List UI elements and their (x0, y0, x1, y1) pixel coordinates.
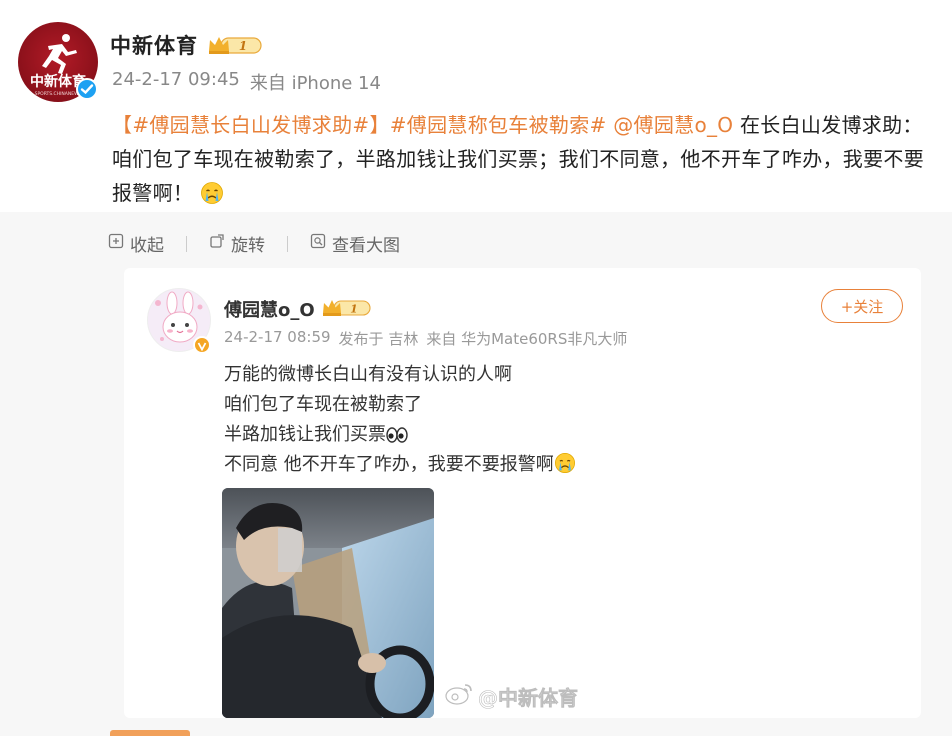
topic-link-main[interactable]: #傅园慧长白山发博求助# (132, 113, 369, 137)
image-action-bar: 收起 旋转 查看大图 (108, 231, 400, 256)
original-post-time[interactable]: 24-2-17 08:59 (224, 328, 331, 349)
poster-name[interactable]: 中新体育 (110, 30, 198, 60)
original-line-text: 半路加钱让我们买票 (224, 424, 386, 445)
original-line-with-emoji: 不同意 他不开车了咋办，我要不要报警啊 (224, 450, 576, 480)
collapse-icon (108, 233, 124, 254)
verified-icon (76, 78, 98, 100)
view-large-button[interactable]: 查看大图 (310, 231, 400, 256)
gold-v-icon (193, 336, 211, 354)
original-post-location: 发布于 吉林 (338, 330, 419, 348)
watermark: @中新体育 (444, 682, 578, 711)
post-body: 【#傅园慧长白山发博求助#】#傅园慧称包车被勒索# @傅园慧o_O 在长白山发博… (112, 108, 934, 210)
crying-emoji-icon (554, 452, 576, 484)
weibo-logo-icon (444, 682, 474, 711)
mention-link[interactable]: @傅园慧o_O (613, 113, 733, 137)
bracket-close: 】 (369, 113, 390, 137)
svg-text:SPORTS.CHINANEWS: SPORTS.CHINANEWS (35, 91, 82, 97)
original-line: 咱们包了车现在被勒索了 (224, 394, 422, 415)
follow-button[interactable]: +关注 (821, 289, 903, 323)
bracket-open: 【 (112, 113, 133, 137)
post-time[interactable]: 24-2-17 09:45 (112, 69, 240, 95)
car-interior-photo (222, 488, 434, 718)
post-meta: 24-2-17 09:45 来自 iPhone 14 (112, 69, 381, 95)
divider (186, 235, 187, 252)
vip-crown-icon: 1 (207, 34, 263, 60)
collapse-button[interactable]: 收起 (108, 231, 164, 256)
vip-crown-icon: 1 (321, 298, 371, 322)
svg-text:1: 1 (350, 303, 358, 316)
collapse-label: 收起 (130, 236, 164, 256)
magnify-icon (310, 233, 326, 254)
divider (287, 235, 288, 252)
original-post-source: 来自 华为Mate60RS非凡大师 (426, 330, 628, 348)
original-post-meta: 24-2-17 08:59 发布于 吉林 来自 华为Mate60RS非凡大师 (224, 328, 627, 349)
rotate-icon (209, 233, 225, 254)
original-line-with-emoji: 半路加钱让我们买票 (224, 420, 576, 450)
topic-link-2[interactable]: #傅园慧称包车被勒索# (390, 113, 607, 137)
original-post-body: 万能的微博长白山有没有认识的人啊 咱们包了车现在被勒索了 半路加钱让我们买票 不… (224, 360, 576, 480)
watermark-text: @中新体育 (478, 686, 579, 711)
rotate-label: 旋转 (231, 236, 265, 256)
original-line: 万能的微博长白山有没有认识的人啊 (224, 364, 512, 385)
crying-emoji-icon (200, 181, 224, 205)
bottom-tab-indicator (110, 730, 190, 736)
view-large-label: 查看大图 (332, 236, 400, 256)
original-line-text: 不同意 他不开车了咋办，我要不要报警啊 (224, 454, 554, 475)
svg-text:1: 1 (239, 39, 247, 53)
post-source: 来自 iPhone 14 (249, 73, 381, 94)
post-photo[interactable] (222, 488, 434, 718)
weibo-post-page: 中新体育 SPORTS.CHINANEWS 中新体育 1 24-2-17 09:… (0, 0, 952, 736)
original-author-name[interactable]: 傅园慧o_O (224, 296, 315, 322)
rotate-button[interactable]: 旋转 (209, 231, 265, 256)
